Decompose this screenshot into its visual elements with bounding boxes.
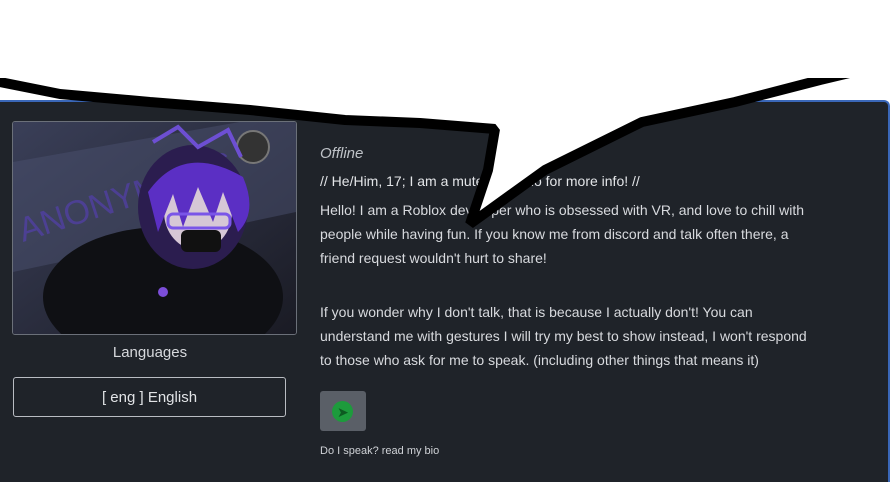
profile-action-button[interactable]: ➤ <box>320 391 366 431</box>
arrow-glyph-icon: ➤ <box>337 404 349 420</box>
avatar-image: ANONYMOUS <box>12 121 297 335</box>
online-status: Offline <box>320 145 364 162</box>
languages-label: Languages <box>112 344 188 361</box>
bio-paragraph-2: If you wonder why I don't talk, that is … <box>320 304 807 368</box>
bio-paragraph-1: Hello! I am a Roblox developer who is ob… <box>320 202 805 266</box>
bio-note-link[interactable]: Do I speak? read my bio <box>320 445 439 457</box>
language-item-english[interactable]: [ eng ] English <box>13 377 286 417</box>
pronouns-line: // He/Him, 17; I am a mute, read bio for… <box>320 173 640 189</box>
